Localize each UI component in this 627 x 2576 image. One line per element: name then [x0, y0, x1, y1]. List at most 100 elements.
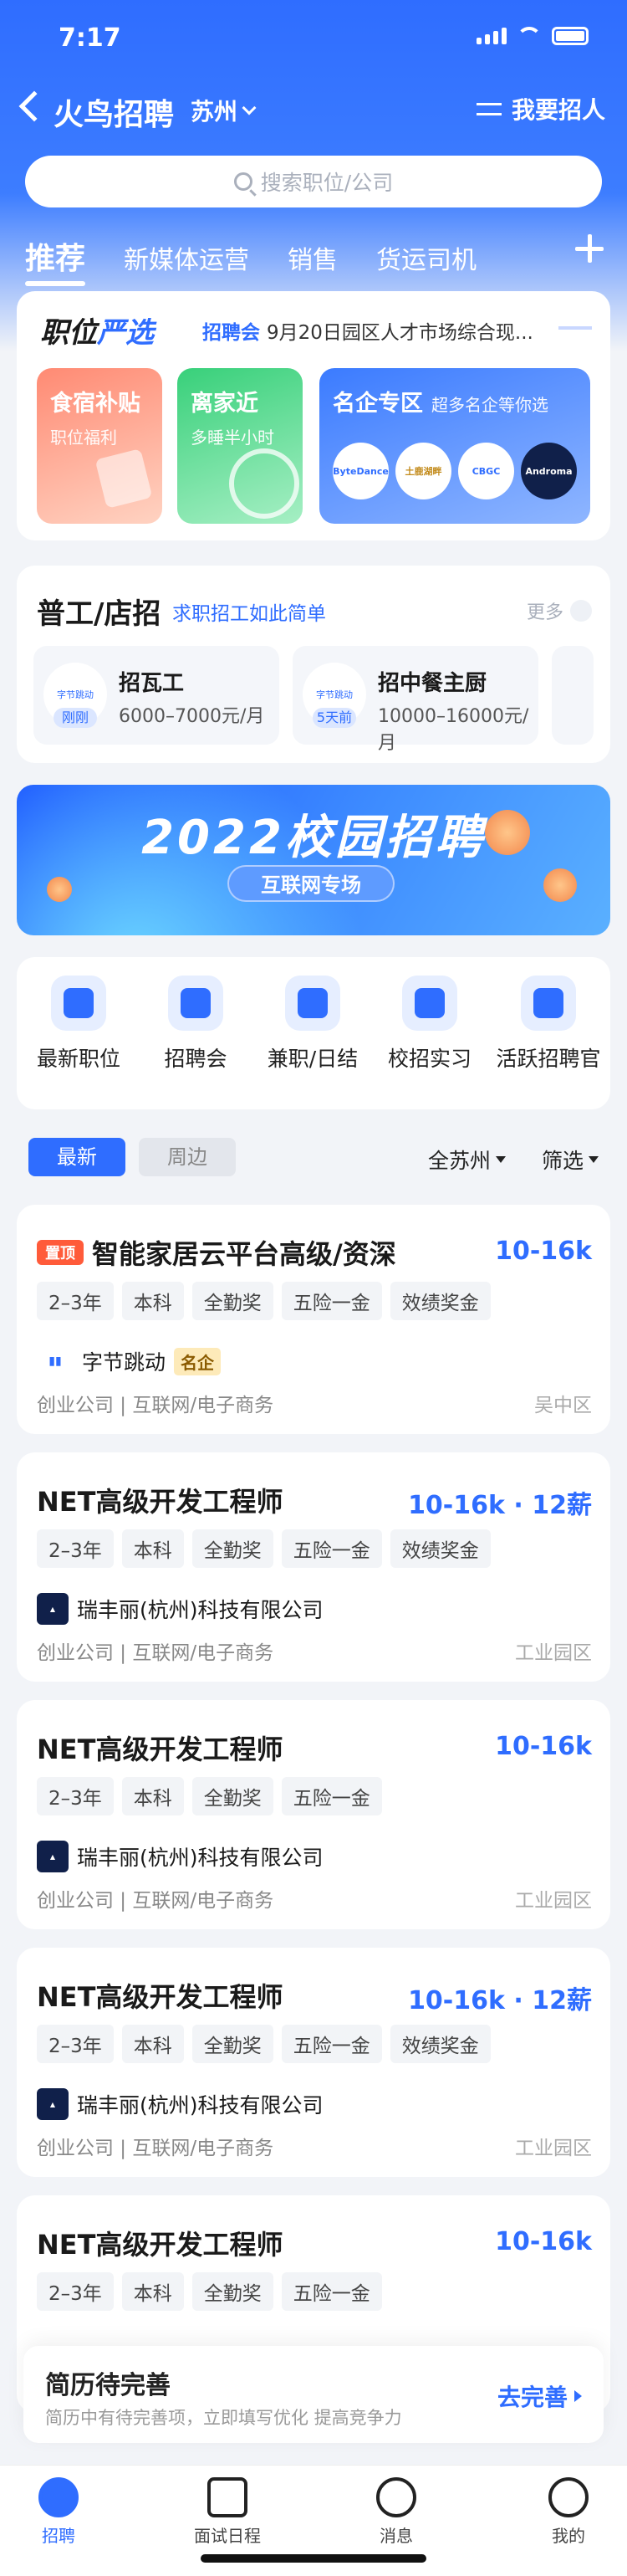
- company-logo: ▲: [37, 2088, 69, 2120]
- banner-title: 2022校园招聘: [141, 811, 486, 865]
- tab-recommend[interactable]: 推荐: [25, 234, 86, 286]
- company-logo: ▮▮: [37, 1345, 74, 1377]
- job-title-text: NET高级开发工程师: [37, 1734, 283, 1765]
- filter-city[interactable]: 全苏州: [428, 1145, 507, 1175]
- job-title: NET高级开发工程师: [37, 1728, 283, 1767]
- company-logo[interactable]: CBGC: [458, 443, 514, 499]
- more-button[interactable]: 更多: [527, 597, 592, 624]
- mini-job-salary: 10000–16000元/月: [378, 706, 529, 754]
- category-tabs: 推荐 新媒体运营 销售 货运司机: [25, 234, 477, 286]
- famous-company-badge: 名企: [174, 1347, 222, 1375]
- quick-label: 活跃招聘官: [496, 1047, 601, 1071]
- nav-messages[interactable]: 消息: [338, 2477, 455, 2547]
- job-tag: 五险一金: [281, 1777, 382, 1815]
- job-card[interactable]: NET高级开发工程师 10-16k · 12薪 2–3年 本科 全勤奖 五险一金…: [17, 1452, 610, 1682]
- campus-banner[interactable]: 2022校园招聘 互联网专场: [17, 785, 610, 935]
- tile-food-subsidy[interactable]: 食宿补贴 职位福利: [37, 368, 162, 524]
- job-tag: 全勤奖: [191, 2272, 273, 2311]
- quick-label: 兼职/日结: [267, 1047, 359, 1071]
- quick-part-time[interactable]: 兼职/日结: [254, 976, 371, 1073]
- quick-label: 招聘会: [164, 1047, 227, 1071]
- job-tag: 五险一金: [281, 2272, 382, 2311]
- job-tag: 效绩奖金: [390, 1282, 491, 1320]
- company-logo: ▲: [37, 1593, 69, 1625]
- news-tag: 招聘会: [202, 322, 260, 344]
- job-tags: 2–3年 本科 全勤奖 五险一金: [37, 1777, 382, 1815]
- job-tag: 全勤奖: [191, 2025, 273, 2063]
- job-tags: 2–3年 本科 全勤奖 五险一金 效绩奖金: [37, 1529, 491, 1568]
- filter-screen[interactable]: 筛选: [542, 1145, 599, 1175]
- chat-icon: [376, 2477, 416, 2517]
- tab-new-media[interactable]: 新媒体运营: [124, 239, 249, 276]
- company-meta: 创业公司 | 互联网/电子商务: [37, 1890, 274, 1912]
- nav-label: 我的: [552, 2526, 585, 2546]
- job-title-text: NET高级开发工程师: [37, 2229, 283, 2261]
- mini-job-card-partial[interactable]: [552, 646, 594, 745]
- job-tag: 本科: [121, 1777, 184, 1815]
- company-logo[interactable]: ByteDance: [333, 443, 389, 499]
- clock-icon: [285, 976, 340, 1031]
- app-title: 火鸟招聘: [54, 98, 175, 132]
- job-tag: 全勤奖: [191, 1282, 273, 1320]
- job-area: 工业园区: [515, 1642, 592, 1664]
- signal-icon: [477, 28, 507, 44]
- caret-down-icon: [496, 1156, 507, 1163]
- coin-decoration: [47, 877, 72, 902]
- company-row: ▮▮ 字节跳动 名企: [37, 1345, 222, 1377]
- calendar-check-icon: [207, 2477, 247, 2517]
- coin-decoration: [543, 868, 577, 902]
- nav-profile[interactable]: 我的: [510, 2477, 627, 2547]
- quick-latest-jobs[interactable]: 最新职位: [20, 976, 137, 1073]
- graduation-cap-icon: [402, 976, 457, 1031]
- featured-news[interactable]: 招聘会 9月20日园区人才市场综合现...: [202, 316, 553, 345]
- job-tag: 本科: [121, 2025, 184, 2063]
- quick-entries: 最新职位 招聘会 兼职/日结 校招实习 活跃招聘官: [17, 957, 610, 1109]
- job-card[interactable]: NET高级开发工程师 10-16k · 12薪 2–3年 本科 全勤奖 五险一金…: [17, 1948, 610, 2177]
- mini-job-card[interactable]: 字节跳动 刚刚 招瓦工 6000–7000元/月: [33, 646, 279, 745]
- stack-icon: [51, 976, 106, 1031]
- job-tag: 五险一金: [281, 2025, 382, 2063]
- banner-button[interactable]: 互联网专场: [227, 865, 395, 902]
- quick-label: 校招实习: [387, 1047, 472, 1071]
- calendar-icon: [168, 976, 223, 1031]
- person-icon: [38, 2477, 79, 2517]
- resume-prompt: 简历待完善 简历中有待完善项，立即填写优化 提高竞争力 去完善: [23, 2346, 604, 2443]
- tile-c-sub: 超多名企等你选: [431, 395, 548, 415]
- quick-active-recruiters[interactable]: 活跃招聘官: [490, 976, 607, 1073]
- add-tab-icon[interactable]: [575, 234, 604, 263]
- filter-nearby[interactable]: 周边: [139, 1138, 236, 1176]
- arrow-icon: [558, 326, 592, 330]
- job-tag: 2–3年: [37, 2025, 114, 2063]
- tile-c-title: 名企专区: [333, 391, 423, 417]
- job-tag: 2–3年: [37, 2272, 114, 2311]
- clock-icon: [229, 448, 299, 519]
- job-card[interactable]: NET高级开发工程师 10-16k 2–3年 本科 全勤奖 五险一金 ▲ 瑞丰丽…: [17, 1700, 610, 1929]
- company-logo[interactable]: Androma: [521, 443, 577, 499]
- job-salary: 10-16k: [495, 1732, 592, 1761]
- job-tag: 全勤奖: [191, 1529, 273, 1568]
- tile-near-home[interactable]: 离家近 多睡半小时: [177, 368, 303, 524]
- quick-job-fair[interactable]: 招聘会: [137, 976, 254, 1073]
- company-row: ▲ 瑞丰丽(杭州)科技有限公司: [37, 1593, 324, 1625]
- quick-campus[interactable]: 校招实习: [371, 976, 488, 1073]
- search-input[interactable]: 搜索职位/公司: [25, 156, 602, 207]
- filter-latest[interactable]: 最新: [28, 1138, 125, 1176]
- job-title-text: 智能家居云平台高级/资深: [92, 1238, 396, 1270]
- mini-job-card[interactable]: 字节跳动 5天前 招中餐主厨 10000–16000元/月: [293, 646, 538, 754]
- tab-sales[interactable]: 销售: [288, 239, 338, 276]
- nav-recruit[interactable]: 招聘: [0, 2477, 117, 2547]
- city-selector[interactable]: 苏州: [191, 94, 257, 127]
- time-badge: 5天前: [313, 708, 356, 728]
- job-card[interactable]: 置顶 智能家居云平台高级/资深 10-16k 2–3年 本科 全勤奖 五险一金 …: [17, 1205, 610, 1434]
- job-title: NET高级开发工程师: [37, 1976, 283, 2015]
- recruit-button[interactable]: 我要招人: [476, 92, 605, 125]
- tab-driver[interactable]: 货运司机: [376, 239, 477, 276]
- job-salary: 10-16k: [495, 1237, 592, 1266]
- job-tag: 2–3年: [37, 1529, 114, 1568]
- nav-interview-schedule[interactable]: 面试日程: [169, 2477, 286, 2547]
- company-meta: 创业公司 | 互联网/电子商务: [37, 1642, 274, 1664]
- tile-famous-companies[interactable]: 名企专区 超多名企等你选 ByteDance 土鹿湖畔 CBGC Androma: [319, 368, 590, 524]
- company-logo[interactable]: 土鹿湖畔: [395, 443, 451, 499]
- complete-resume-button[interactable]: 去完善: [497, 2379, 582, 2413]
- job-area: 工业园区: [515, 1890, 592, 1912]
